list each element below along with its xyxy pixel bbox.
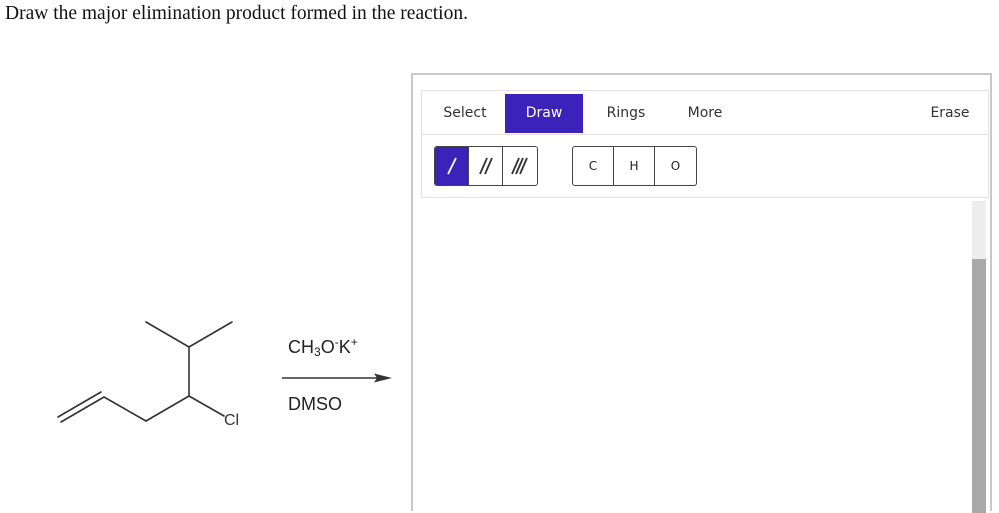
double-bond-line-1 bbox=[60, 396, 105, 423]
triple-bond-button[interactable] bbox=[503, 147, 537, 185]
double-bond-line-2 bbox=[57, 391, 102, 418]
tab-more[interactable]: More bbox=[672, 94, 738, 133]
oxygen-atom-button[interactable]: O bbox=[655, 147, 696, 185]
tab-draw[interactable]: Draw bbox=[505, 94, 583, 133]
reagent-base: CH3O-K+ bbox=[288, 335, 358, 359]
reagent-base-formula: CH bbox=[288, 337, 314, 357]
bond-backbone-ch2 bbox=[145, 395, 190, 422]
reagent-positive-charge: + bbox=[350, 335, 358, 349]
editor-tabs: Select Draw Rings More Erase bbox=[422, 91, 988, 135]
structure-editor: Select Draw Rings More Erase C H O bbox=[411, 73, 992, 513]
triple-bond-icon bbox=[511, 157, 528, 175]
reagent-cation: K bbox=[338, 337, 351, 357]
reagent-oxygen: O bbox=[320, 337, 335, 357]
bond-ch2-vinyl bbox=[103, 396, 147, 422]
reagent-subscript: 3 bbox=[314, 345, 321, 359]
single-bond-button[interactable] bbox=[435, 147, 469, 185]
bond-isopropyl-right bbox=[188, 321, 233, 348]
tab-rings[interactable]: Rings bbox=[593, 94, 659, 133]
tab-select[interactable]: Select bbox=[430, 94, 500, 133]
chlorine-label: Cl bbox=[224, 412, 240, 429]
hydrogen-atom-button[interactable]: H bbox=[614, 147, 655, 185]
drawing-canvas[interactable] bbox=[421, 201, 970, 513]
atom-tool-group: C H O bbox=[572, 146, 697, 186]
reagent-solvent: DMSO bbox=[288, 394, 342, 414]
double-bond-button[interactable] bbox=[469, 147, 503, 185]
carbon-atom-button[interactable]: C bbox=[573, 147, 614, 185]
editor-toolbar: Select Draw Rings More Erase C H O bbox=[421, 90, 989, 198]
bond-isopropyl-left bbox=[145, 321, 190, 348]
single-bond-icon bbox=[446, 157, 457, 175]
tab-erase[interactable]: Erase bbox=[919, 94, 981, 133]
bond-tool-group bbox=[434, 146, 538, 186]
double-bond-icon bbox=[478, 157, 493, 175]
bond-to-chloride bbox=[188, 395, 225, 417]
scrollbar-thumb[interactable] bbox=[972, 259, 986, 513]
